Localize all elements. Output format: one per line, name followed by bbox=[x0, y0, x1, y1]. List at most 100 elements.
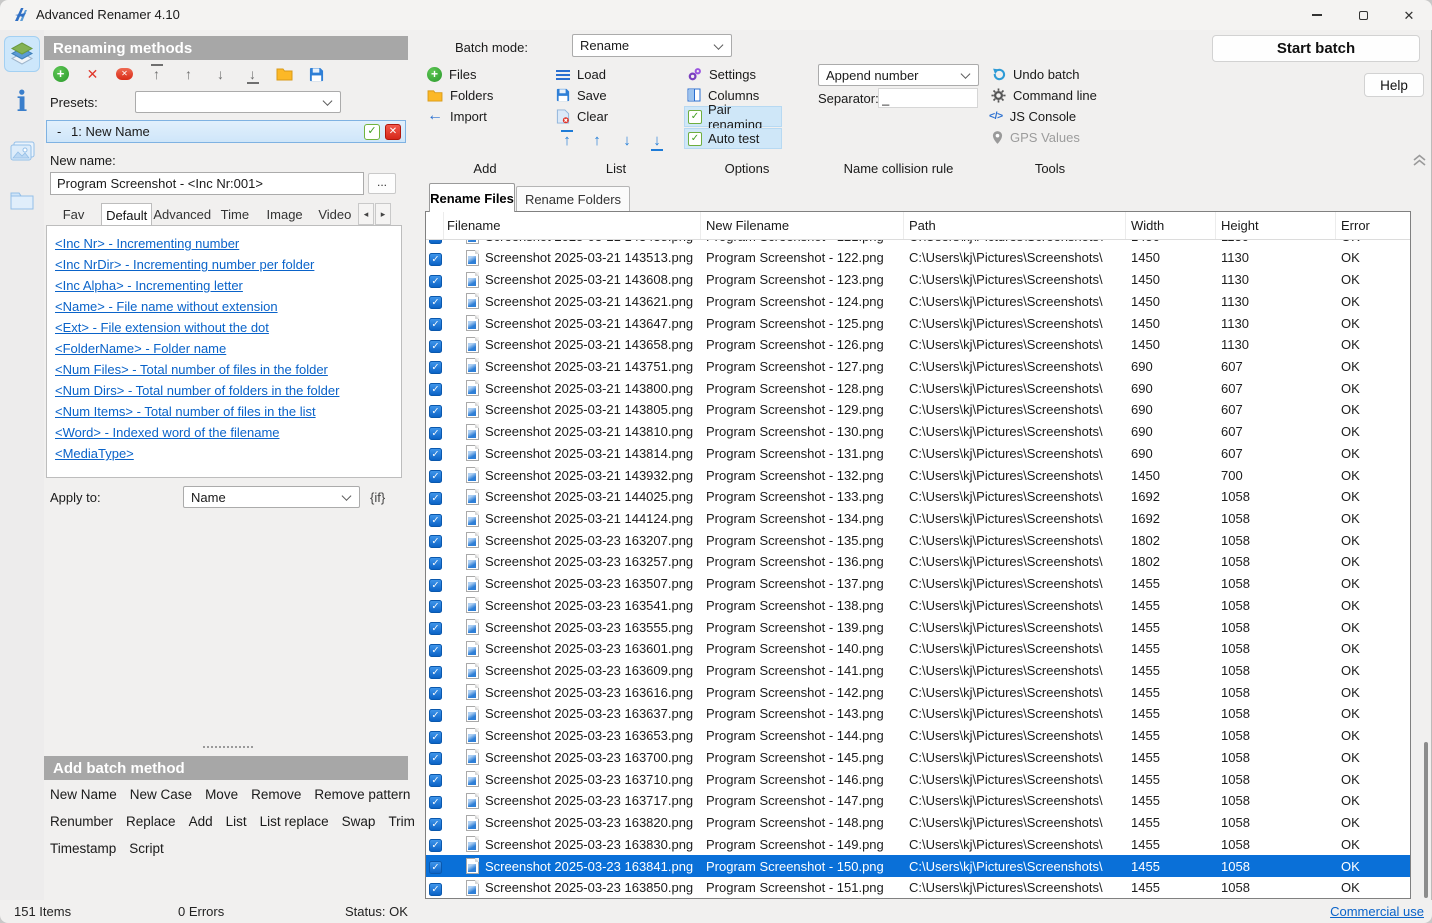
maximize-button[interactable] bbox=[1340, 0, 1386, 30]
close-button[interactable]: ✕ bbox=[1386, 0, 1432, 30]
tag-link[interactable]: <MediaType> bbox=[55, 443, 393, 464]
row-checkbox[interactable]: ✓ bbox=[429, 492, 442, 505]
gps-values-button[interactable]: GPS Values bbox=[992, 127, 1080, 147]
row-checkbox[interactable]: ✓ bbox=[429, 340, 442, 353]
row-checkbox[interactable]: ✓ bbox=[429, 600, 442, 613]
row-checkbox[interactable]: ✓ bbox=[429, 666, 442, 679]
auto-test-toggle[interactable]: ✓ Auto test bbox=[684, 128, 782, 149]
add-files-button[interactable]: + Files bbox=[427, 64, 476, 84]
header-error[interactable]: Error bbox=[1336, 212, 1410, 239]
tag-link[interactable]: <Ext> - File extension without the dot bbox=[55, 317, 393, 338]
tag-link[interactable]: <Inc Alpha> - Incrementing letter bbox=[55, 275, 393, 296]
if-button[interactable]: {if} bbox=[370, 490, 385, 505]
sidebar-item-renaming-methods[interactable] bbox=[4, 36, 40, 72]
start-batch-button[interactable]: Start batch bbox=[1212, 35, 1420, 62]
table-row[interactable]: ✓Screenshot 2025-03-21 144124.pngProgram… bbox=[426, 508, 1410, 530]
row-checkbox[interactable]: ✓ bbox=[429, 861, 442, 874]
js-console-button[interactable]: </> JS Console bbox=[989, 106, 1076, 126]
tab-default[interactable]: Default bbox=[101, 203, 152, 226]
tag-link[interactable]: <Inc Nr> - Incrementing number bbox=[55, 233, 393, 254]
row-checkbox[interactable]: ✓ bbox=[429, 557, 442, 570]
table-row[interactable]: ✓Screenshot 2025-03-21 143810.pngProgram… bbox=[426, 421, 1410, 443]
import-button[interactable]: ← Import bbox=[427, 106, 487, 126]
row-checkbox[interactable]: ✓ bbox=[429, 427, 442, 440]
collapse-glyph[interactable]: - bbox=[57, 124, 71, 139]
move-top-button[interactable]: ↑ bbox=[560, 133, 574, 148]
batch-method-link[interactable]: Move bbox=[205, 787, 238, 802]
row-checkbox[interactable]: ✓ bbox=[429, 731, 442, 744]
settings-button[interactable]: Settings bbox=[687, 64, 756, 84]
minimize-button[interactable] bbox=[1294, 0, 1340, 30]
table-row[interactable]: ✓Screenshot 2025-03-23 163830.pngProgram… bbox=[426, 833, 1410, 855]
save-preset-button[interactable] bbox=[308, 65, 325, 83]
row-checkbox[interactable]: ✓ bbox=[429, 687, 442, 700]
table-row[interactable]: ✓Screenshot 2025-03-21 143805.pngProgram… bbox=[426, 399, 1410, 421]
batch-method-link[interactable]: Remove pattern bbox=[314, 787, 410, 802]
table-row[interactable]: ✓Screenshot 2025-03-21 143658.pngProgram… bbox=[426, 334, 1410, 356]
table-row[interactable]: ✓Screenshot 2025-03-21 143621.pngProgram… bbox=[426, 290, 1410, 312]
table-row[interactable]: ✓Screenshot 2025-03-21 143814.pngProgram… bbox=[426, 443, 1410, 465]
method-delete-button[interactable]: ✕ bbox=[385, 124, 401, 140]
commercial-use-link[interactable]: Commercial use bbox=[1330, 900, 1424, 923]
header-filename[interactable]: Filename bbox=[444, 212, 701, 239]
browse-button[interactable]: ... bbox=[368, 173, 396, 194]
tab-scroll-right-button[interactable]: ▸ bbox=[375, 203, 391, 225]
row-checkbox[interactable]: ✓ bbox=[429, 361, 442, 374]
table-row[interactable]: ✓Screenshot 2025-03-21 143751.pngProgram… bbox=[426, 356, 1410, 378]
batch-method-link[interactable]: Timestamp bbox=[50, 841, 116, 856]
table-row[interactable]: ✓Screenshot 2025-03-23 163609.pngProgram… bbox=[426, 660, 1410, 682]
save-list-button[interactable]: Save bbox=[556, 85, 607, 105]
batch-method-link[interactable]: List bbox=[226, 814, 247, 829]
row-checkbox[interactable]: ✓ bbox=[429, 579, 442, 592]
vertical-scrollbar-thumb[interactable] bbox=[1424, 742, 1428, 898]
row-checkbox[interactable]: ✓ bbox=[429, 514, 442, 527]
add-method-button[interactable]: + bbox=[52, 65, 69, 83]
row-checkbox[interactable]: ✓ bbox=[429, 275, 442, 288]
table-row[interactable]: ✓Screenshot 2025-03-23 163541.pngProgram… bbox=[426, 595, 1410, 617]
move-bottom-button[interactable]: ↓ bbox=[650, 133, 664, 148]
batch-method-link[interactable]: Swap bbox=[342, 814, 376, 829]
tab-rename-files[interactable]: Rename Files bbox=[429, 183, 515, 212]
row-checkbox[interactable]: ✓ bbox=[429, 774, 442, 787]
row-checkbox[interactable]: ✓ bbox=[429, 883, 442, 896]
row-checkbox[interactable]: ✓ bbox=[429, 644, 442, 657]
tag-link[interactable]: <FolderName> - Folder name bbox=[55, 338, 393, 359]
move-up-button[interactable]: ↑ bbox=[180, 65, 197, 83]
table-row[interactable]: ✓Screenshot 2025-03-21 143932.pngProgram… bbox=[426, 464, 1410, 486]
move-top-button[interactable]: ↑ bbox=[148, 65, 165, 83]
batch-method-link[interactable]: Renumber bbox=[50, 814, 113, 829]
table-row[interactable]: ✓Screenshot 2025-03-23 163717.pngProgram… bbox=[426, 790, 1410, 812]
collision-rule-select[interactable]: Append number bbox=[818, 64, 979, 86]
table-row[interactable]: ✓Screenshot 2025-03-23 163841.pngProgram… bbox=[426, 855, 1410, 877]
table-row[interactable]: ✓Screenshot 2025-03-23 163637.pngProgram… bbox=[426, 703, 1410, 725]
apply-to-select[interactable]: Name bbox=[183, 486, 360, 508]
tag-link[interactable]: <Num Items> - Total number of files in t… bbox=[55, 401, 393, 422]
help-button[interactable]: Help bbox=[1364, 73, 1424, 97]
batch-method-link[interactable]: Replace bbox=[126, 814, 176, 829]
row-checkbox[interactable]: ✓ bbox=[429, 839, 442, 852]
presets-select[interactable] bbox=[135, 91, 341, 113]
command-line-button[interactable]: Command line bbox=[991, 85, 1097, 105]
tab-image[interactable]: Image bbox=[258, 203, 312, 226]
undo-batch-button[interactable]: Undo batch bbox=[991, 64, 1080, 84]
tab-fav[interactable]: Fav bbox=[46, 203, 101, 226]
row-checkbox[interactable]: ✓ bbox=[429, 405, 442, 418]
table-row[interactable]: ✓Screenshot 2025-03-23 163616.pngProgram… bbox=[426, 681, 1410, 703]
table-row[interactable]: ✓Screenshot 2025-03-21 143438.pngProgram… bbox=[426, 240, 1410, 247]
move-down-button[interactable]: ↓ bbox=[212, 65, 229, 83]
batch-method-link[interactable]: Remove bbox=[251, 787, 301, 802]
header-checkbox-column[interactable] bbox=[426, 212, 444, 239]
method-enabled-checkbox[interactable]: ✓ bbox=[364, 124, 380, 140]
row-checkbox[interactable]: ✓ bbox=[429, 253, 442, 266]
batch-method-link[interactable]: Script bbox=[129, 841, 164, 856]
batch-method-link[interactable]: New Case bbox=[130, 787, 192, 802]
table-row[interactable]: ✓Screenshot 2025-03-21 143647.pngProgram… bbox=[426, 312, 1410, 334]
batch-method-link[interactable]: New Name bbox=[50, 787, 117, 802]
batch-method-link[interactable]: Add bbox=[189, 814, 213, 829]
batch-method-link[interactable]: Trim bbox=[388, 814, 415, 829]
batch-method-link[interactable]: List replace bbox=[260, 814, 329, 829]
table-row[interactable]: ✓Screenshot 2025-03-21 143608.pngProgram… bbox=[426, 269, 1410, 291]
row-checkbox[interactable]: ✓ bbox=[429, 448, 442, 461]
table-row[interactable]: ✓Screenshot 2025-03-23 163850.pngProgram… bbox=[426, 877, 1410, 898]
remove-method-button[interactable]: ✕ bbox=[84, 65, 101, 83]
